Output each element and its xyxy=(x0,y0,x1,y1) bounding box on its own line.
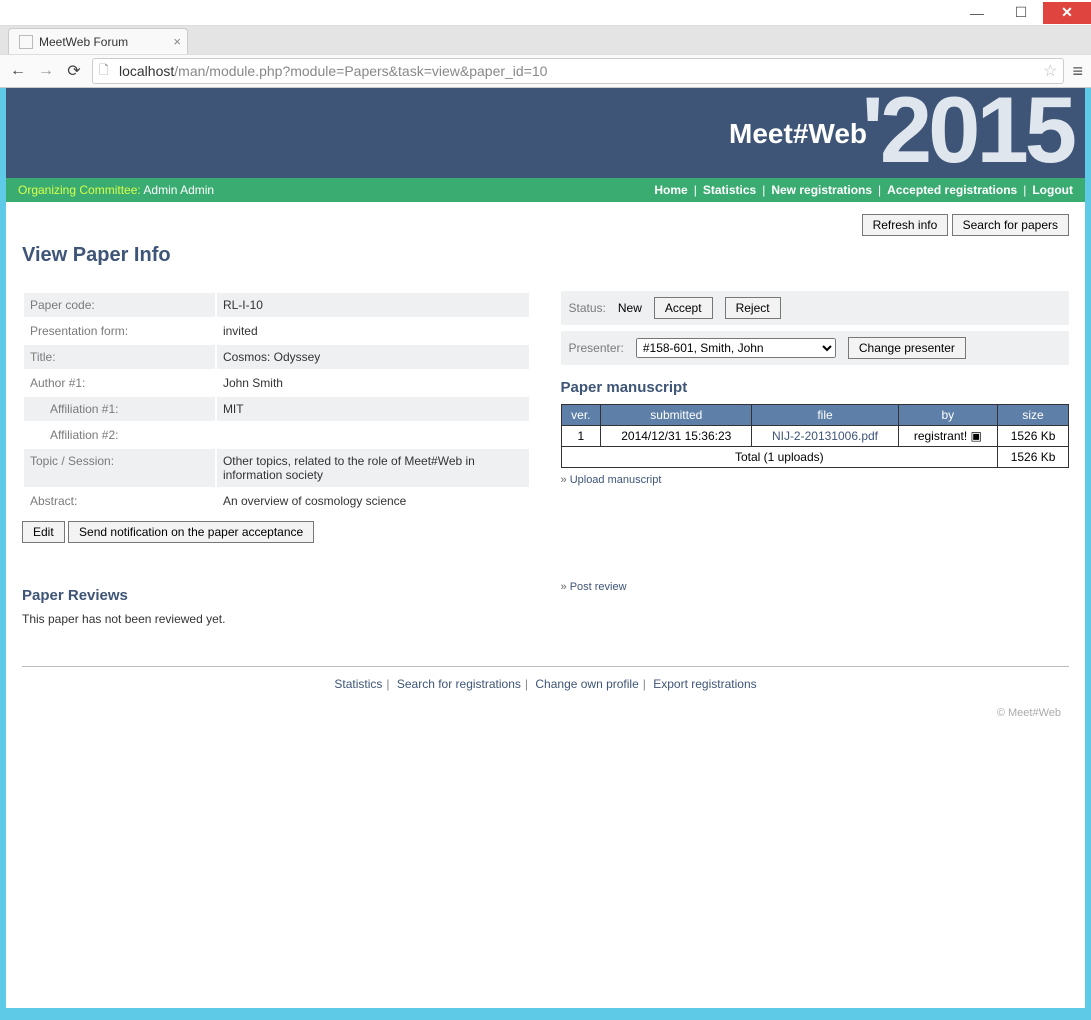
status-value: New xyxy=(618,301,642,315)
value-paper-code: RL-I-10 xyxy=(217,293,529,317)
cell-by: registrant! ▣ xyxy=(898,426,998,447)
presenter-row: Presenter: #158-601, Smith, John Change … xyxy=(561,331,1070,365)
paper-info-table: Paper code:RL-I-10 Presentation form:inv… xyxy=(22,291,531,515)
nav-home[interactable]: Home xyxy=(654,183,687,197)
footer-export-registrations[interactable]: Export registrations xyxy=(653,677,756,691)
cell-size: 1526 Kb xyxy=(998,426,1069,447)
table-row: 1 2014/12/31 15:36:23 NIJ-2-20131006.pdf… xyxy=(561,426,1069,447)
close-icon[interactable]: × xyxy=(173,34,181,49)
page-icon: 🗋 xyxy=(99,61,113,82)
total-size: 1526 Kb xyxy=(998,447,1069,468)
label-form: Presentation form: xyxy=(24,319,215,343)
nav-accepted-registrations[interactable]: Accepted registrations xyxy=(887,183,1017,197)
label-abstract: Abstract: xyxy=(24,489,215,513)
value-title: Cosmos: Odyssey xyxy=(217,345,529,369)
close-button[interactable]: ✕ xyxy=(1043,2,1091,24)
url-bar[interactable]: 🗋 localhost/man/module.php?module=Papers… xyxy=(92,58,1064,84)
manuscript-table: ver. submitted file by size 1 2014/12/31… xyxy=(561,404,1070,468)
nav-logout[interactable]: Logout xyxy=(1032,183,1073,197)
value-affil2 xyxy=(217,423,529,447)
value-topic: Other topics, related to the role of Mee… xyxy=(217,449,529,487)
post-review-link[interactable]: Post review xyxy=(570,581,627,593)
browser-toolbar: ← → ⟳ 🗋 localhost/man/module.php?module=… xyxy=(0,54,1091,88)
send-notification-button[interactable]: Send notification on the paper acceptanc… xyxy=(68,521,314,543)
label-author: Author #1: xyxy=(24,371,215,395)
page-title: View Paper Info xyxy=(22,244,1069,267)
url-path: /man/module.php?module=Papers&task=view&… xyxy=(174,63,547,79)
col-file: file xyxy=(752,405,898,426)
maximize-button[interactable]: ☐ xyxy=(999,2,1043,24)
tab-title: MeetWeb Forum xyxy=(39,35,128,49)
user-name: Admin Admin xyxy=(143,183,214,197)
copyright: © Meet#Web xyxy=(22,707,1069,719)
minimize-button[interactable]: — xyxy=(955,2,999,24)
banner: Meet#Web '2015 xyxy=(6,88,1085,178)
edit-button[interactable]: Edit xyxy=(22,521,65,543)
status-label: Status: xyxy=(569,301,606,315)
footer-links: Statistics| Search for registrations| Ch… xyxy=(22,677,1069,691)
label-title: Title: xyxy=(24,345,215,369)
footer-search-registrations[interactable]: Search for registrations xyxy=(397,677,521,691)
table-total-row: Total (1 uploads) 1526 Kb xyxy=(561,447,1069,468)
url-host: localhost xyxy=(119,63,174,79)
banner-year: '2015 xyxy=(862,88,1073,184)
back-icon[interactable]: ← xyxy=(8,62,28,80)
value-abstract: An overview of cosmology science xyxy=(217,489,529,513)
page-icon xyxy=(19,35,33,49)
bookmark-icon[interactable]: ☆ xyxy=(1043,61,1057,81)
divider xyxy=(22,666,1069,667)
col-submitted: submitted xyxy=(601,405,752,426)
browser-tab[interactable]: MeetWeb Forum × xyxy=(8,28,188,54)
accept-button[interactable]: Accept xyxy=(654,297,713,319)
change-presenter-button[interactable]: Change presenter xyxy=(848,337,966,359)
menu-icon[interactable]: ≡ xyxy=(1072,61,1083,82)
col-by: by xyxy=(898,405,998,426)
cell-submitted: 2014/12/31 15:36:23 xyxy=(601,426,752,447)
reload-icon[interactable]: ⟳ xyxy=(64,61,84,81)
banner-title: Meet#Web xyxy=(729,118,867,150)
cell-ver: 1 xyxy=(561,426,601,447)
search-papers-button[interactable]: Search for papers xyxy=(952,214,1069,236)
value-affil1: MIT xyxy=(217,397,529,421)
presenter-label: Presenter: xyxy=(569,341,624,355)
value-form: invited xyxy=(217,319,529,343)
reject-button[interactable]: Reject xyxy=(725,297,781,319)
value-author: John Smith xyxy=(217,371,529,395)
upload-manuscript-link[interactable]: Upload manuscript xyxy=(570,474,662,486)
footer-change-profile[interactable]: Change own profile xyxy=(535,677,638,691)
label-affil1: Affiliation #1: xyxy=(24,397,215,421)
label-paper-code: Paper code: xyxy=(24,293,215,317)
col-size: size xyxy=(998,405,1069,426)
tab-strip: MeetWeb Forum × xyxy=(0,26,1091,54)
col-ver: ver. xyxy=(561,405,601,426)
status-row: Status: New Accept Reject xyxy=(561,291,1070,325)
manuscript-heading: Paper manuscript xyxy=(561,379,1070,396)
role-label: Organizing Committee: xyxy=(18,183,143,197)
reviews-heading: Paper Reviews xyxy=(22,587,531,604)
refresh-button[interactable]: Refresh info xyxy=(862,214,949,236)
nav-new-registrations[interactable]: New registrations xyxy=(771,183,872,197)
os-titlebar: — ☐ ✕ xyxy=(0,0,1091,26)
footer-statistics[interactable]: Statistics xyxy=(334,677,382,691)
presenter-select[interactable]: #158-601, Smith, John xyxy=(636,338,836,358)
nav-statistics[interactable]: Statistics xyxy=(703,183,756,197)
forward-icon[interactable]: → xyxy=(36,62,56,80)
manuscript-file-link[interactable]: NIJ-2-20131006.pdf xyxy=(772,429,878,443)
user-info: Organizing Committee: Admin Admin xyxy=(18,183,214,197)
total-label: Total (1 uploads) xyxy=(561,447,998,468)
label-affil2: Affiliation #2: xyxy=(24,423,215,447)
reviews-empty-text: This paper has not been reviewed yet. xyxy=(22,612,531,626)
label-topic: Topic / Session: xyxy=(24,449,215,487)
